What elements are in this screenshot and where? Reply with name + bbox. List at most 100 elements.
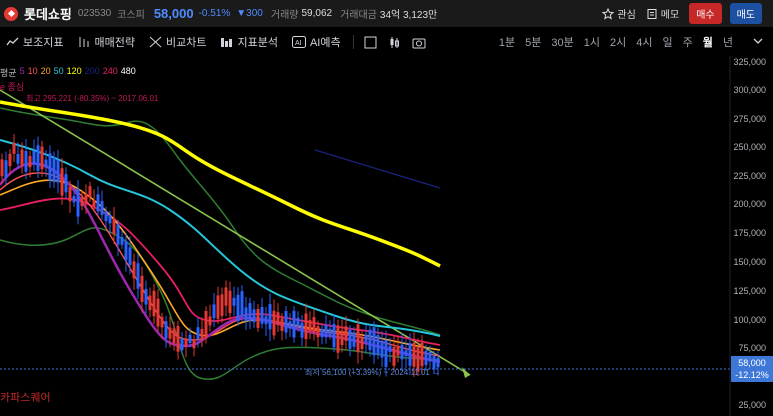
candlestick-icon[interactable] — [388, 35, 402, 49]
timeframe-9[interactable]: 년 — [723, 34, 733, 50]
candle-body — [316, 326, 320, 338]
timeframe-6[interactable]: 일 — [663, 34, 673, 50]
candle-body — [288, 321, 292, 329]
candle-body — [304, 313, 308, 340]
candle-body — [376, 335, 380, 355]
analysis-icon — [221, 38, 233, 47]
legend-period-240: 240 — [102, 66, 118, 76]
candle-body — [300, 322, 304, 338]
candle-body — [264, 316, 268, 325]
ai-forecast-button[interactable]: AI AI예측 — [291, 34, 341, 50]
memo-label: 메모 — [660, 10, 680, 21]
candle-body — [4, 160, 8, 178]
strategy-icon — [79, 37, 89, 47]
candle-body — [256, 308, 260, 328]
candle-body — [216, 295, 220, 319]
candle-body — [64, 174, 68, 193]
candle-body — [124, 241, 128, 261]
candle-body — [420, 342, 424, 367]
price-chart[interactable] — [0, 56, 773, 416]
timeframe-5[interactable]: 4시 — [636, 34, 652, 50]
aux-indicator-button[interactable]: 보조지표 — [6, 34, 63, 50]
candle-body — [20, 149, 24, 166]
camera-icon[interactable] — [412, 35, 426, 49]
timeframe-3[interactable]: 1시 — [584, 34, 600, 50]
current-price-tag: 58,000 -12.12% — [731, 356, 773, 382]
candle-body — [392, 347, 396, 366]
candle-body — [396, 345, 400, 356]
candle-body — [152, 290, 156, 317]
candle-body — [112, 218, 116, 235]
indicator-icon — [6, 37, 19, 46]
candle-body — [240, 291, 244, 317]
candle-body — [140, 275, 144, 302]
candle-body — [268, 304, 272, 330]
market-name: 코스피 — [117, 10, 145, 21]
settings-icon[interactable] — [751, 34, 765, 53]
legend-period-50: 50 — [53, 66, 64, 76]
candle-body — [120, 236, 124, 245]
timeframe-7[interactable]: 주 — [683, 34, 693, 50]
watchlist-button[interactable]: 관심 — [602, 6, 636, 21]
candle-body — [248, 303, 252, 322]
candle-body — [436, 357, 440, 368]
candle-body — [356, 324, 360, 352]
candle-body — [244, 307, 248, 322]
watermark: 카파스퀘어 — [0, 392, 51, 404]
candle-body — [296, 317, 300, 328]
rectangle-icon[interactable] — [364, 35, 378, 49]
watchlist-label: 관심 — [617, 10, 636, 21]
bollinger-upper — [0, 107, 441, 336]
timeframe-1[interactable]: 5분 — [525, 34, 541, 50]
candle-body — [84, 193, 88, 204]
candle-body — [236, 294, 240, 322]
compare-chart-button[interactable]: 비교차트 — [149, 34, 206, 50]
candle-body — [168, 327, 172, 339]
candle-body — [156, 298, 160, 327]
min-price-label: 최저 56,100 (+3.39%) ~ 2024.11.01 → — [305, 368, 441, 377]
timeframe-8[interactable]: 월 — [703, 34, 713, 50]
candle-body — [88, 186, 92, 198]
candle-body — [100, 201, 104, 215]
trade-strategy-button[interactable]: 매매전략 — [77, 34, 135, 50]
buy-button[interactable]: 매수 — [689, 3, 722, 24]
candle-body — [292, 310, 296, 338]
candle-body — [104, 211, 108, 222]
candle-body — [380, 340, 384, 358]
candle-body — [364, 334, 368, 343]
timeframe-4[interactable]: 2시 — [610, 34, 626, 50]
legend-period-480: 480 — [120, 66, 136, 76]
sell-button[interactable]: 매도 — [729, 3, 762, 24]
price-tick: 175,000 — [733, 228, 766, 238]
candle-body — [332, 324, 336, 348]
ai-icon: AI — [291, 36, 306, 48]
timeframe-selector: 1분 5분 30분 1시 2시 4시 일 주 월 년 — [489, 29, 733, 55]
candle-body — [372, 327, 376, 356]
candle-body — [404, 350, 408, 357]
indicator-analysis-button[interactable]: 지표분석 — [220, 34, 278, 50]
legend-period-20: 20 — [40, 66, 51, 76]
stock-name[interactable]: 롯데쇼핑 — [24, 4, 72, 23]
aux-indicator-label: 보조지표 — [23, 37, 64, 49]
timeframe-2[interactable]: 30분 — [551, 34, 573, 50]
candle-body — [28, 156, 32, 168]
candle-body — [336, 325, 340, 353]
candle-body — [180, 338, 184, 351]
timeframe-0[interactable]: 1분 — [499, 34, 515, 50]
price-tick: 250,000 — [733, 142, 766, 152]
candle-body — [192, 339, 196, 349]
ai-forecast-label: AI예측 — [309, 37, 341, 49]
price-tick: 125,000 — [733, 286, 766, 296]
candle-body — [188, 334, 192, 344]
candle-body — [132, 261, 136, 279]
candle-body — [76, 188, 80, 217]
ma-legend[interactable]: 평균 5 10 20 50 120 200 240 480 — [0, 66, 136, 79]
memo-button[interactable]: 메모 — [646, 6, 679, 21]
candle-body — [388, 345, 392, 353]
candle-body — [8, 153, 12, 167]
candle-body — [368, 329, 372, 351]
candle-body — [164, 321, 168, 339]
candle-body — [360, 337, 364, 349]
legend-period-200: 200 — [84, 66, 100, 76]
current-price-axis-label: 58,000 — [738, 358, 766, 368]
